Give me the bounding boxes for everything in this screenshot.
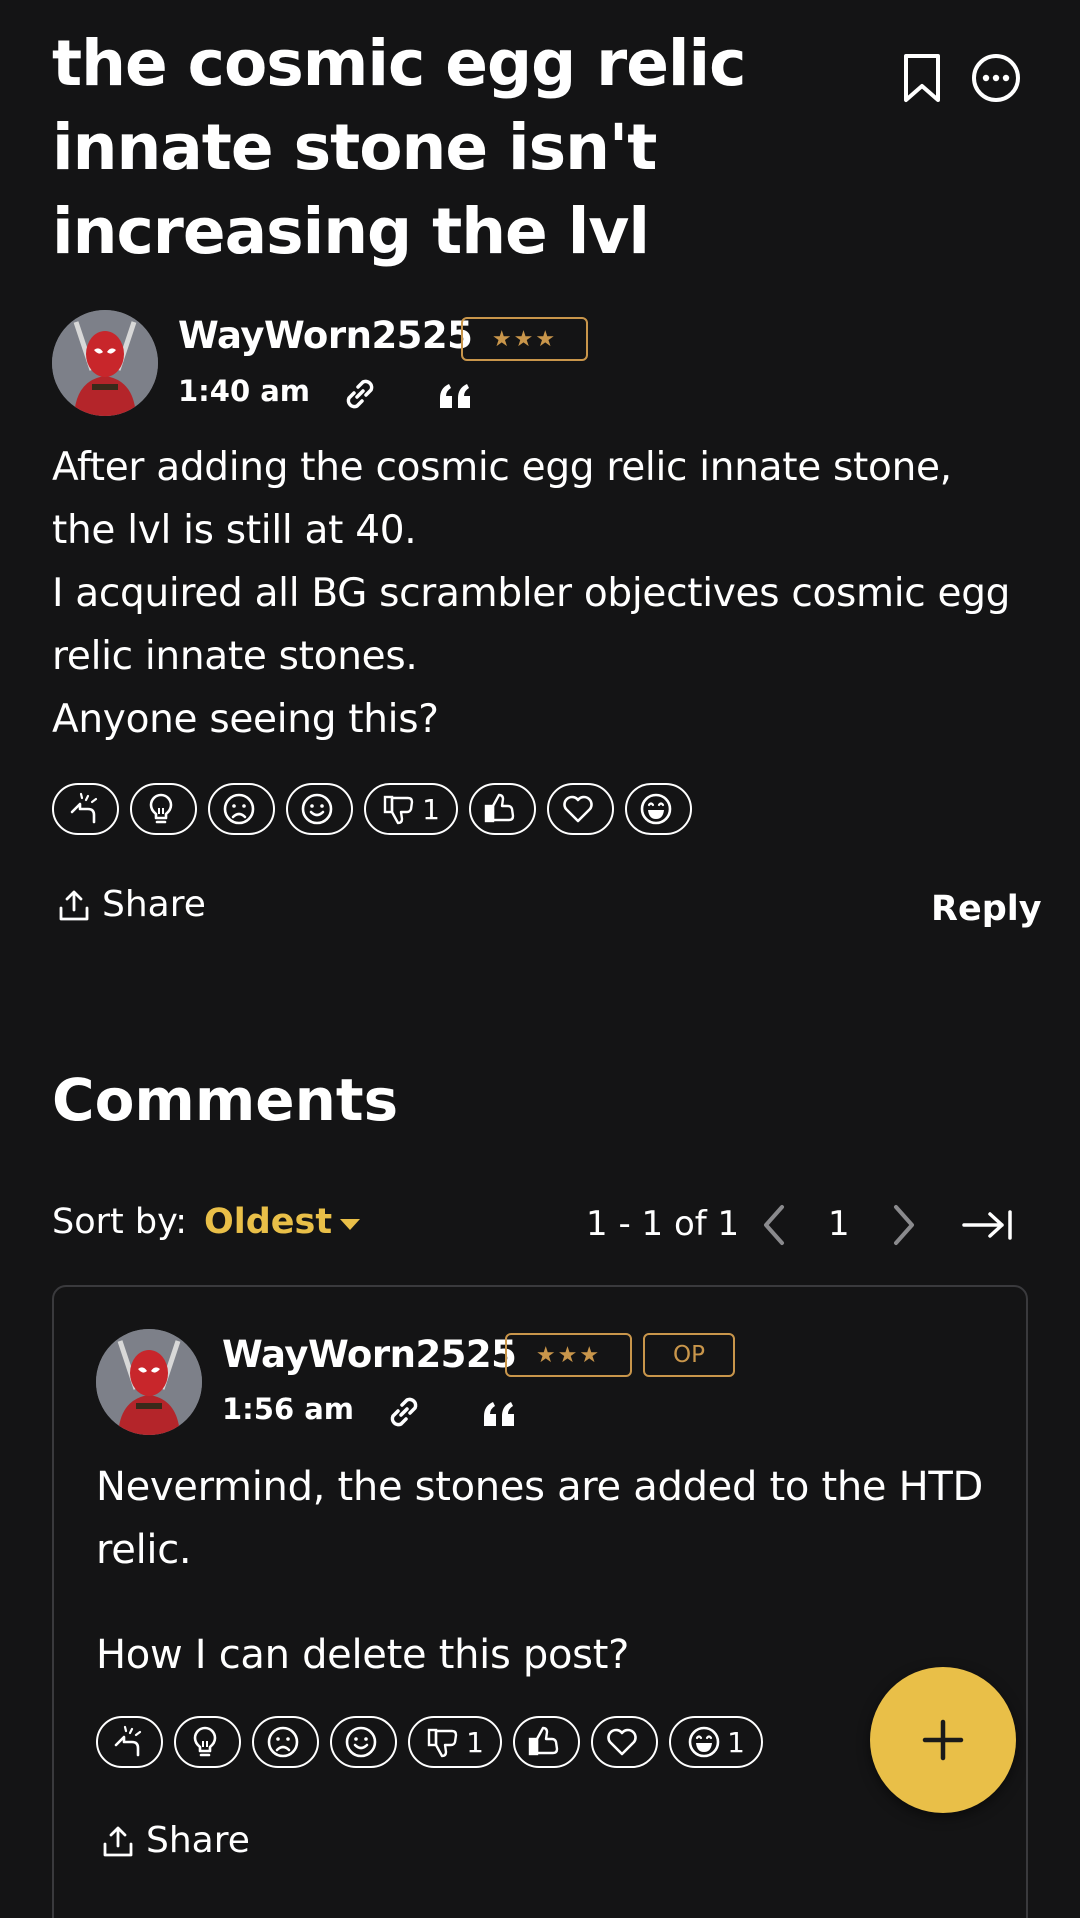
reaction-count: 1 <box>422 792 440 826</box>
oops-icon <box>114 1725 141 1757</box>
comment-share-button[interactable]: Share <box>102 1820 250 1861</box>
reaction-like[interactable] <box>513 1716 580 1768</box>
reaction-count: 1 <box>466 1725 484 1759</box>
oops-icon <box>70 792 97 824</box>
post-timestamp: 1:40 am <box>178 374 311 408</box>
reaction-love[interactable] <box>547 783 614 835</box>
reaction-dislike[interactable]: 1 <box>408 1716 502 1768</box>
comment-body-line: How I can delete this post? <box>96 1632 630 1678</box>
sort-label: Sort by: <box>52 1202 188 1242</box>
bookmark-icon[interactable] <box>894 50 950 106</box>
link-icon[interactable] <box>382 1390 426 1434</box>
heart-icon <box>606 1728 637 1756</box>
sort-value: Oldest <box>204 1202 333 1242</box>
add-fab-button[interactable] <box>870 1667 1016 1813</box>
post-body-line: the lvl is still at 40. <box>52 508 417 553</box>
lightbulb-icon <box>149 793 172 824</box>
post-author-name[interactable]: WayWorn2525 <box>178 314 473 357</box>
comment-author-name[interactable]: WayWorn2525 <box>222 1333 517 1376</box>
more-options-icon[interactable] <box>968 50 1024 106</box>
sort-dropdown[interactable]: Oldest <box>204 1202 361 1242</box>
share-icon <box>59 890 89 920</box>
reaction-love[interactable] <box>591 1716 658 1768</box>
laugh-face-icon <box>640 793 671 825</box>
quote-icon[interactable] <box>478 1392 522 1436</box>
avatar[interactable] <box>52 310 158 416</box>
reaction-funny[interactable]: 1 <box>669 1716 763 1768</box>
comment-timestamp: 1:56 am <box>222 1392 355 1426</box>
pagination-current-page: 1 <box>828 1204 850 1244</box>
reaction-happy[interactable] <box>286 783 353 835</box>
reply-button[interactable]: Reply <box>931 889 1042 929</box>
link-icon[interactable] <box>338 372 382 416</box>
post-share-button[interactable]: Share <box>58 884 206 925</box>
reaction-dislike[interactable]: 1 <box>364 783 458 835</box>
reaction-insightful[interactable] <box>174 1716 241 1768</box>
sad-face-icon <box>267 1726 298 1758</box>
op-badge: OP <box>643 1333 735 1377</box>
share-label: Share <box>146 1820 250 1861</box>
reaction-oops[interactable] <box>96 1716 163 1768</box>
comment-reactions: 1 1 <box>96 1716 763 1768</box>
post-reactions: 1 <box>52 783 692 835</box>
reaction-sad[interactable] <box>208 783 275 835</box>
comment-body-line: relic. <box>96 1527 192 1573</box>
smile-face-icon <box>345 1726 376 1758</box>
post-title: the cosmic egg relic innate stone isn't … <box>52 27 746 268</box>
reaction-funny[interactable] <box>625 783 692 835</box>
thumbs-up-icon <box>528 1726 558 1756</box>
quote-icon[interactable] <box>434 374 478 418</box>
lightbulb-icon <box>193 1726 216 1757</box>
sad-face-icon <box>223 793 254 825</box>
heart-icon <box>562 795 593 823</box>
reaction-oops[interactable] <box>52 783 119 835</box>
laugh-face-icon <box>688 1726 720 1758</box>
last-page-icon[interactable] <box>960 1200 1016 1250</box>
thumbs-down-icon <box>383 795 414 825</box>
smile-face-icon <box>301 793 332 825</box>
reaction-happy[interactable] <box>330 1716 397 1768</box>
rank-badge: ★★★ <box>505 1333 632 1377</box>
post-body-line: I acquired all BG scrambler objectives c… <box>52 571 1011 616</box>
rank-badge: ★★★ <box>461 317 588 361</box>
thumbs-up-icon <box>484 793 514 823</box>
chevron-left-icon[interactable] <box>752 1200 798 1250</box>
thumbs-down-icon <box>427 1728 458 1758</box>
share-label: Share <box>102 884 206 925</box>
reaction-count: 1 <box>727 1725 745 1759</box>
chevron-down-icon <box>340 1218 361 1230</box>
post-body-line: Anyone seeing this? <box>52 697 439 742</box>
post-body: After adding the cosmic egg relic innate… <box>52 436 1010 751</box>
comment-body: Nevermind, the stones are added to the H… <box>96 1456 983 1687</box>
reaction-like[interactable] <box>469 783 536 835</box>
post-body-line: relic innate stones. <box>52 634 418 679</box>
chevron-right-icon[interactable] <box>880 1200 926 1250</box>
pagination-range: 1 - 1 of 1 <box>586 1204 740 1244</box>
share-icon <box>103 1826 133 1856</box>
plus-icon <box>922 1719 964 1761</box>
reaction-sad[interactable] <box>252 1716 319 1768</box>
reaction-insightful[interactable] <box>130 783 197 835</box>
avatar[interactable] <box>96 1329 202 1435</box>
post-body-line: After adding the cosmic egg relic innate… <box>52 445 952 490</box>
comment-body-line: Nevermind, the stones are added to the H… <box>96 1464 984 1510</box>
comments-heading: Comments <box>52 1066 399 1134</box>
